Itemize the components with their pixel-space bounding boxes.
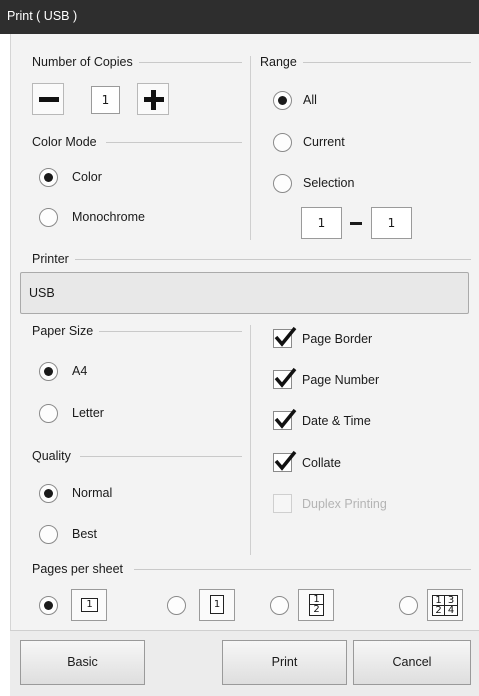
paper-size-a4-radio[interactable] <box>39 362 58 381</box>
window-title: Print ( USB ) <box>0 0 479 34</box>
paper-size-rule <box>97 331 242 332</box>
collate-checkbox[interactable] <box>273 450 297 472</box>
one-page-portrait-icon[interactable]: 1 <box>199 589 235 621</box>
range-selection-radio[interactable] <box>273 174 292 193</box>
one-page-icon[interactable]: 1 <box>71 589 107 621</box>
page-number-checkbox[interactable] <box>273 367 297 389</box>
printer-rule <box>74 259 471 260</box>
range-selection-label: Selection <box>303 176 355 190</box>
pages-per-sheet-1-radio[interactable] <box>39 596 58 615</box>
quality-normal-label: Normal <box>72 486 113 500</box>
printer-select[interactable]: USB <box>20 272 469 314</box>
checkmark-icon <box>274 367 297 388</box>
range-all-radio[interactable] <box>273 91 292 110</box>
date-time-checkbox[interactable] <box>273 408 297 430</box>
two-pages-icon[interactable]: 1 2 <box>298 589 334 621</box>
quality-normal-radio[interactable] <box>39 484 58 503</box>
pages-per-sheet-rule <box>134 569 471 570</box>
page-border-checkbox[interactable] <box>273 326 297 348</box>
paper-size-a4-label: A4 <box>72 364 88 378</box>
range-current-label: Current <box>303 135 345 149</box>
duplex-printing-label: Duplex Printing <box>302 497 387 511</box>
page-border-label: Page Border <box>302 332 373 346</box>
quality-label: Quality <box>32 449 77 463</box>
color-mode-label: Color Mode <box>32 135 103 149</box>
date-time-label: Date & Time <box>302 414 371 428</box>
color-mode-color-radio[interactable] <box>39 168 58 187</box>
paper-size-letter-label: Letter <box>72 406 104 420</box>
collate-label: Collate <box>302 456 341 470</box>
color-mode-monochrome-radio[interactable] <box>39 208 58 227</box>
basic-button[interactable]: Basic <box>20 640 145 685</box>
quality-best-label: Best <box>72 527 98 541</box>
cancel-button[interactable]: Cancel <box>353 640 471 685</box>
copies-increment-button[interactable] <box>137 83 169 115</box>
range-from-input[interactable]: 1 <box>301 207 342 239</box>
four-pages-icon[interactable]: 1 3 2 4 <box>427 589 463 621</box>
color-mode-color-label: Color <box>72 170 102 184</box>
range-current-radio[interactable] <box>273 133 292 152</box>
duplex-printing-checkbox[interactable] <box>273 494 292 513</box>
range-all-label: All <box>303 93 317 107</box>
pages-per-sheet-label: Pages per sheet <box>32 562 130 576</box>
checkmark-icon <box>274 408 297 429</box>
column-divider-top <box>250 56 251 240</box>
checkmark-icon <box>274 450 297 471</box>
color-mode-rule <box>106 142 242 143</box>
checkmark-icon <box>274 326 297 347</box>
pages-per-sheet-2-radio[interactable] <box>270 596 289 615</box>
copies-decrement-button[interactable] <box>32 83 64 115</box>
copies-section-label: Number of Copies <box>32 55 139 69</box>
copies-input[interactable]: 1 <box>91 86 120 114</box>
print-button[interactable]: Print <box>222 640 347 685</box>
pages-per-sheet-4-radio[interactable] <box>399 596 418 615</box>
pages-per-sheet-1-portrait-radio[interactable] <box>167 596 186 615</box>
paper-size-letter-radio[interactable] <box>39 404 58 423</box>
minus-icon <box>39 97 59 102</box>
color-mode-monochrome-label: Monochrome <box>72 210 145 224</box>
printer-label: Printer <box>32 252 75 266</box>
range-separator <box>350 222 362 225</box>
copies-section-rule <box>138 62 242 63</box>
paper-size-label: Paper Size <box>32 324 100 338</box>
column-divider-bottom <box>250 325 251 555</box>
page-number-label: Page Number <box>302 373 380 387</box>
range-label: Range <box>260 55 303 69</box>
quality-rule <box>80 456 242 457</box>
range-to-input[interactable]: 1 <box>371 207 412 239</box>
quality-best-radio[interactable] <box>39 525 58 544</box>
range-rule <box>298 62 471 63</box>
